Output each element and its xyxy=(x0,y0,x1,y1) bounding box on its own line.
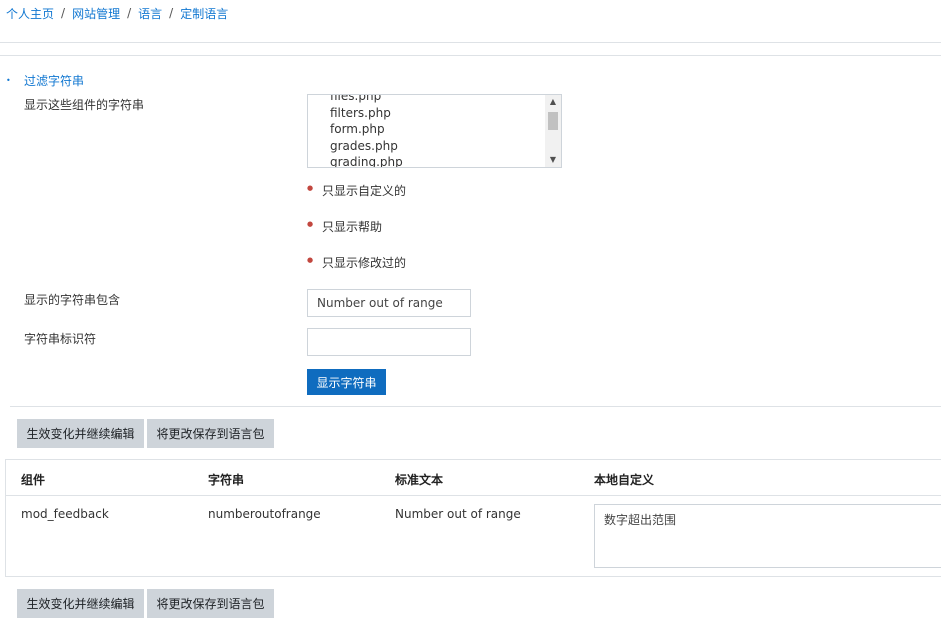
component-option[interactable]: files.php xyxy=(308,95,544,105)
only-help-label: 只显示帮助 xyxy=(322,220,383,234)
only-customized-checkbox[interactable]: ● 只显示自定义的 xyxy=(307,183,406,199)
column-header-component: 组件 xyxy=(21,473,46,487)
breadcrumb-customize-language[interactable]: 定制语言 xyxy=(180,5,228,22)
divider xyxy=(0,55,941,56)
apply-continue-button[interactable]: 生效变化并继续编辑 xyxy=(17,419,144,448)
filter-section-toggle[interactable]: • 过滤字符串 xyxy=(6,72,84,89)
save-to-pack-button[interactable]: 将更改保存到语言包 xyxy=(147,419,274,448)
row-component: mod_feedback xyxy=(21,507,109,521)
column-header-local: 本地自定义 xyxy=(594,473,655,487)
chevron-down-icon: • xyxy=(6,76,11,85)
divider xyxy=(10,406,941,407)
breadcrumb-separator: / xyxy=(61,6,66,20)
components-label: 显示这些组件的字符串 xyxy=(24,98,145,112)
breadcrumb-home[interactable]: 个人主页 xyxy=(6,5,54,22)
apply-continue-button-bottom[interactable]: 生效变化并继续编辑 xyxy=(17,589,144,618)
scroll-up-icon[interactable]: ▲ xyxy=(545,95,561,109)
row-standard-text: Number out of range xyxy=(395,507,521,521)
row-string-id: numberoutofrange xyxy=(208,507,321,521)
checkbox-icon[interactable]: ● xyxy=(307,219,322,229)
show-strings-button[interactable]: 显示字符串 xyxy=(307,369,386,395)
breadcrumb-language[interactable]: 语言 xyxy=(138,5,162,22)
breadcrumb-separator: / xyxy=(127,6,132,20)
column-header-standard: 标准文本 xyxy=(395,473,444,487)
only-help-checkbox[interactable]: ● 只显示帮助 xyxy=(307,219,382,235)
divider xyxy=(0,42,941,43)
scroll-down-icon[interactable]: ▼ xyxy=(545,153,561,167)
contains-input[interactable] xyxy=(307,289,471,317)
local-customization-textarea[interactable]: 数字超出范围 xyxy=(594,504,941,568)
breadcrumb-separator: / xyxy=(169,6,174,20)
component-option[interactable]: filters.php xyxy=(308,105,544,122)
breadcrumb-site-admin[interactable]: 网站管理 xyxy=(72,5,120,22)
component-option[interactable]: grading.php xyxy=(308,154,544,167)
only-modified-checkbox[interactable]: ● 只显示修改过的 xyxy=(307,255,406,271)
contains-label: 显示的字符串包含 xyxy=(24,293,121,307)
identifier-label: 字符串标识符 xyxy=(24,332,97,346)
checkbox-icon[interactable]: ● xyxy=(307,183,322,193)
strings-table: 组件 字符串 标准文本 本地自定义 mod_feedback numberout… xyxy=(5,459,941,577)
components-listbox[interactable]: files.php filters.php form.php grades.php gr… xyxy=(307,94,562,168)
components-options: files.php filters.php form.php grades.php gr… xyxy=(308,95,544,167)
scroll-thumb[interactable] xyxy=(548,112,558,130)
listbox-scrollbar[interactable]: ▲ ▼ xyxy=(545,95,561,167)
component-option[interactable]: form.php xyxy=(308,121,544,138)
save-to-pack-button-bottom[interactable]: 将更改保存到语言包 xyxy=(147,589,274,618)
component-option[interactable]: grades.php xyxy=(308,138,544,155)
breadcrumb: 个人主页 / 网站管理 / 语言 / 定制语言 xyxy=(6,4,228,22)
only-customized-label: 只显示自定义的 xyxy=(322,184,407,198)
filter-section-title[interactable]: 过滤字符串 xyxy=(24,72,84,89)
column-header-string: 字符串 xyxy=(208,473,245,487)
checkbox-icon[interactable]: ● xyxy=(307,255,322,265)
only-modified-label: 只显示修改过的 xyxy=(322,256,407,270)
table-divider xyxy=(6,495,941,496)
identifier-input[interactable] xyxy=(307,328,471,356)
